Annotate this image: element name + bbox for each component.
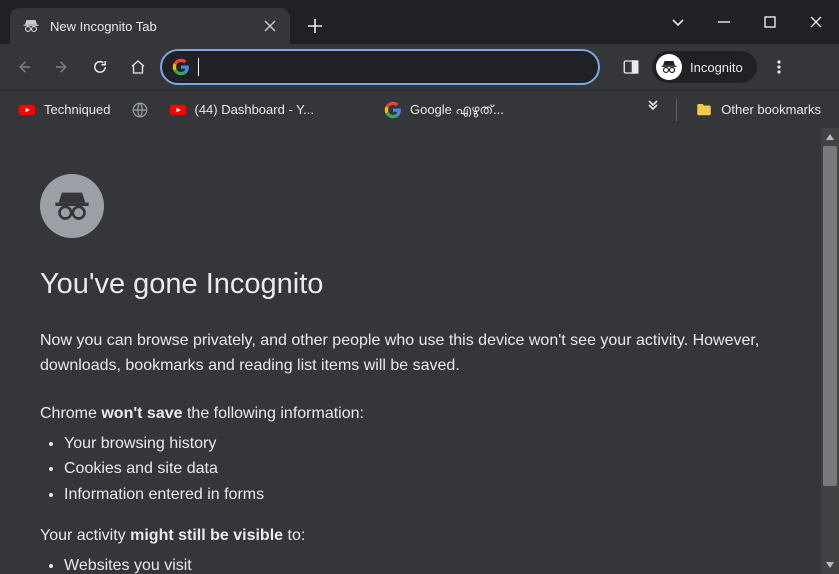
other-bookmarks-folder[interactable]: Other bookmarks xyxy=(687,97,829,123)
close-window-button[interactable] xyxy=(793,2,839,42)
incognito-hero-icon xyxy=(40,174,104,238)
incognito-icon xyxy=(22,17,40,35)
home-button[interactable] xyxy=(122,51,154,83)
bookmark-label: Techniqued xyxy=(44,102,111,117)
bookmarks-bar: Techniqued (44) Dashboard - Y... Google … xyxy=(0,90,839,128)
bookmarks-overflow-button[interactable] xyxy=(640,96,666,123)
youtube-icon xyxy=(169,101,187,119)
bookmark-item[interactable]: Google എഴുത്... xyxy=(376,97,512,123)
might-visible-list: Websites you visit xyxy=(40,553,799,574)
bookmark-item[interactable] xyxy=(123,97,157,123)
forward-button[interactable] xyxy=(46,51,78,83)
might-visible-heading: Your activity might still be visible to: xyxy=(40,527,799,545)
bookmark-item[interactable]: Techniqued xyxy=(10,97,119,123)
reload-button[interactable] xyxy=(84,51,116,83)
back-button[interactable] xyxy=(8,51,40,83)
scroll-down-button[interactable] xyxy=(821,556,839,574)
page-viewport: You've gone Incognito Now you can browse… xyxy=(0,128,839,574)
google-icon xyxy=(384,101,402,119)
incognito-label: Incognito xyxy=(690,60,743,75)
separator xyxy=(676,99,677,121)
scrollbar-thumb[interactable] xyxy=(823,146,837,486)
bookmark-label: (44) Dashboard - Y... xyxy=(195,102,314,117)
omnibox-input[interactable] xyxy=(207,59,588,75)
scroll-up-button[interactable] xyxy=(821,128,839,146)
other-bookmarks-label: Other bookmarks xyxy=(721,102,821,117)
tab-search-button[interactable] xyxy=(655,2,701,42)
title-bar: New Incognito Tab xyxy=(0,0,839,44)
incognito-indicator[interactable]: Incognito xyxy=(652,51,757,83)
youtube-icon xyxy=(18,101,36,119)
list-item: Your browsing history xyxy=(64,431,799,457)
text-caret xyxy=(198,58,199,76)
list-item: Cookies and site data xyxy=(64,456,799,482)
side-panel-button[interactable] xyxy=(616,52,646,82)
tab-close-button[interactable] xyxy=(262,18,278,34)
scrollbar-track[interactable] xyxy=(821,146,839,556)
wont-save-heading: Chrome won't save the following informat… xyxy=(40,405,799,423)
address-bar[interactable] xyxy=(160,49,600,85)
folder-icon xyxy=(695,101,713,119)
page-heading: You've gone Incognito xyxy=(40,268,799,301)
maximize-button[interactable] xyxy=(747,2,793,42)
list-item: Information entered in forms xyxy=(64,482,799,508)
google-icon xyxy=(172,58,190,76)
chrome-menu-button[interactable] xyxy=(763,51,795,83)
incognito-page-content: You've gone Incognito Now you can browse… xyxy=(0,128,839,574)
list-item: Websites you visit xyxy=(64,553,799,574)
wont-save-list: Your browsing history Cookies and site d… xyxy=(40,431,799,508)
window-controls xyxy=(655,0,839,44)
new-tab-button[interactable] xyxy=(300,11,330,41)
incognito-icon xyxy=(656,54,682,80)
vertical-scrollbar[interactable] xyxy=(821,128,839,574)
browser-tab[interactable]: New Incognito Tab xyxy=(10,8,290,44)
page-lead-text: Now you can browse privately, and other … xyxy=(40,329,760,379)
minimize-button[interactable] xyxy=(701,2,747,42)
bookmark-item[interactable]: (44) Dashboard - Y... xyxy=(161,97,322,123)
tab-title: New Incognito Tab xyxy=(50,19,252,34)
bookmark-label: Google എഴുത്... xyxy=(410,102,504,118)
toolbar: Incognito xyxy=(0,44,839,90)
globe-icon xyxy=(131,101,149,119)
